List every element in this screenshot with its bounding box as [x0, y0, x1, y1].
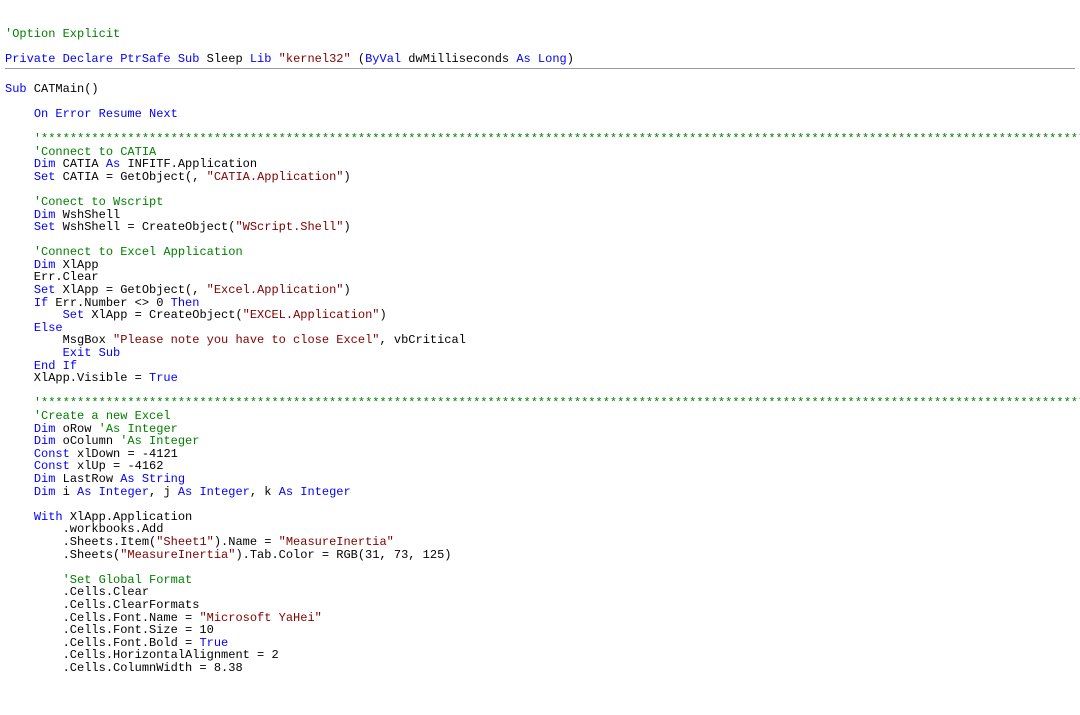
code-token: , k: [250, 485, 279, 499]
code-token: As Integer: [279, 485, 351, 499]
code-token: 'Option Explicit: [5, 27, 120, 41]
code-token: Dim: [34, 485, 56, 499]
code-token: .Cells.ColumnWidth = 8.38: [5, 661, 243, 675]
code-token: dwMilliseconds: [401, 52, 516, 66]
code-token: ): [379, 308, 386, 322]
code-token: XlApp.Visible =: [5, 371, 149, 385]
code-token: True: [149, 371, 178, 385]
code-token: As Integer: [178, 485, 250, 499]
code-token: On Error Resume Next: [34, 107, 178, 121]
code-token: .Sheets(: [5, 548, 120, 562]
code-token: "kernel32": [279, 52, 351, 66]
code-token: Private Declare: [5, 52, 120, 66]
code-token: [5, 107, 34, 121]
code-token: Set: [63, 308, 85, 322]
code-token: CATMain(): [27, 82, 99, 96]
code-token: "WScript.Shell": [235, 220, 343, 234]
code-token: As Integer: [77, 485, 149, 499]
code-token: WshShell = CreateObject(: [55, 220, 235, 234]
code-token: "EXCEL.Application": [243, 308, 380, 322]
code-token: (: [351, 52, 365, 66]
code-token: [5, 220, 34, 234]
code-token: , vbCritical: [379, 333, 465, 347]
code-token: ): [567, 52, 574, 66]
code-token: [5, 485, 34, 499]
code-token: "CATIA.Application": [207, 170, 344, 184]
code-token: [5, 170, 34, 184]
code-token: Set: [34, 170, 56, 184]
code-token: Set: [34, 220, 56, 234]
code-token: As Long: [516, 52, 566, 66]
code-token: "Microsoft YaHei": [199, 611, 321, 625]
code-token: '***************************************…: [34, 132, 1080, 146]
code-token: CATIA = GetObject(,: [55, 170, 206, 184]
code-token: Sub: [178, 52, 200, 66]
code-token: , j: [149, 485, 178, 499]
code-token: i: [55, 485, 77, 499]
code-token: PtrSafe: [120, 52, 178, 66]
separator-line: [5, 68, 1075, 69]
code-token: ByVal: [365, 52, 401, 66]
code-token: "Please note you have to close Excel": [113, 333, 379, 347]
code-token: Sub: [5, 82, 27, 96]
code-token: ): [343, 220, 350, 234]
code-token: Lib: [250, 52, 272, 66]
code-view: 'Option Explicit Private Declare PtrSafe…: [5, 28, 1075, 674]
code-token: XlApp = CreateObject(: [84, 308, 242, 322]
code-token: ): [343, 170, 350, 184]
code-token: '***************************************…: [34, 396, 1080, 410]
code-token: [271, 52, 278, 66]
code-token: ).Tab.Color = RGB(31, 73, 125): [235, 548, 451, 562]
code-token: "MeasureInertia": [120, 548, 235, 562]
code-token: Sleep: [199, 52, 249, 66]
code-token: "Excel.Application": [207, 283, 344, 297]
code-token: ): [343, 283, 350, 297]
